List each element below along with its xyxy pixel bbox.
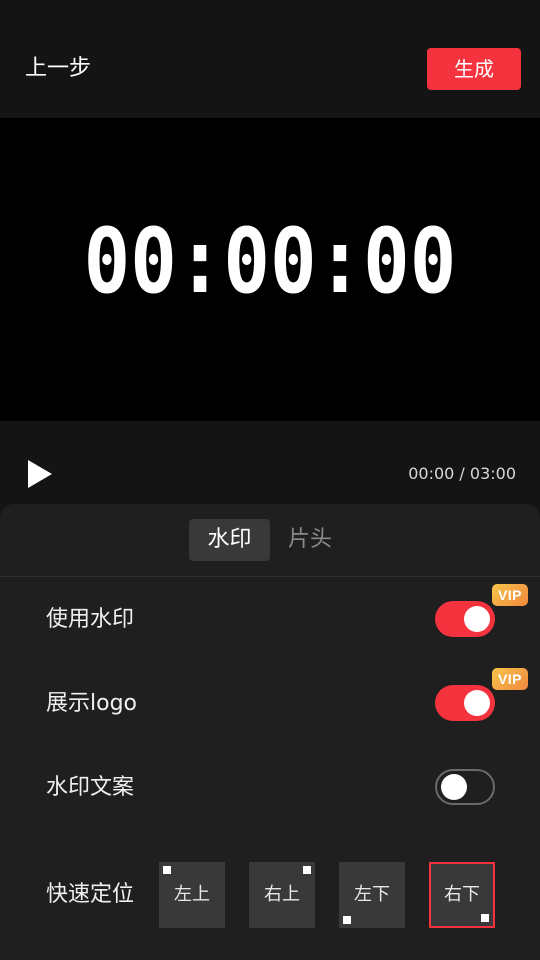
- vip-badge: VIP: [492, 584, 528, 606]
- position-bottom-right-button[interactable]: 右下: [429, 862, 495, 928]
- play-icon: [28, 460, 52, 488]
- corner-marker-icon: [163, 866, 171, 874]
- toggle-knob: [464, 690, 490, 716]
- quick-position-label: 快速定位: [46, 882, 135, 907]
- toggle-knob: [464, 606, 490, 632]
- position-top-left-button[interactable]: 左上: [159, 862, 225, 928]
- back-button[interactable]: 上一步: [25, 53, 91, 85]
- play-button[interactable]: [26, 459, 54, 489]
- vip-badge: VIP: [492, 668, 528, 690]
- position-label: 右上: [264, 884, 300, 905]
- playback-time: 00:00 / 03:00: [408, 464, 516, 483]
- use-watermark-toggle[interactable]: [435, 601, 495, 637]
- position-top-right-button[interactable]: 右上: [249, 862, 315, 928]
- show-logo-label: 展示logo: [46, 691, 137, 716]
- use-watermark-label: 使用水印: [46, 607, 135, 632]
- position-bottom-left-button[interactable]: 左下: [339, 862, 405, 928]
- watermark-editor-screen: 上一步 生成 00:00:00 00:00 / 03:00 水印 片头 使用水印…: [0, 0, 540, 960]
- corner-marker-icon: [481, 914, 489, 922]
- corner-marker-icon: [343, 916, 351, 924]
- header-bar: 上一步 生成: [0, 0, 540, 118]
- tab-watermark[interactable]: 水印: [189, 519, 270, 561]
- position-label: 右下: [444, 884, 480, 905]
- show-logo-toggle[interactable]: [435, 685, 495, 721]
- toggle-knob: [441, 774, 467, 800]
- watermark-text-toggle[interactable]: [435, 769, 495, 805]
- corner-marker-icon: [303, 866, 311, 874]
- watermark-text-label: 水印文案: [46, 775, 135, 800]
- tab-intro[interactable]: 片头: [272, 519, 348, 561]
- generate-button[interactable]: 生成: [427, 48, 521, 90]
- position-label: 左上: [174, 884, 210, 905]
- position-label: 左下: [354, 884, 390, 905]
- video-preview[interactable]: 00:00:00: [0, 118, 540, 421]
- preview-timecode: 00:00:00: [83, 209, 457, 314]
- settings-panel: 水印 片头 使用水印 VIP 展示logo VIP 水印文案 快速定位 左上 右…: [0, 504, 540, 960]
- tab-bar: 水印 片头: [0, 504, 540, 577]
